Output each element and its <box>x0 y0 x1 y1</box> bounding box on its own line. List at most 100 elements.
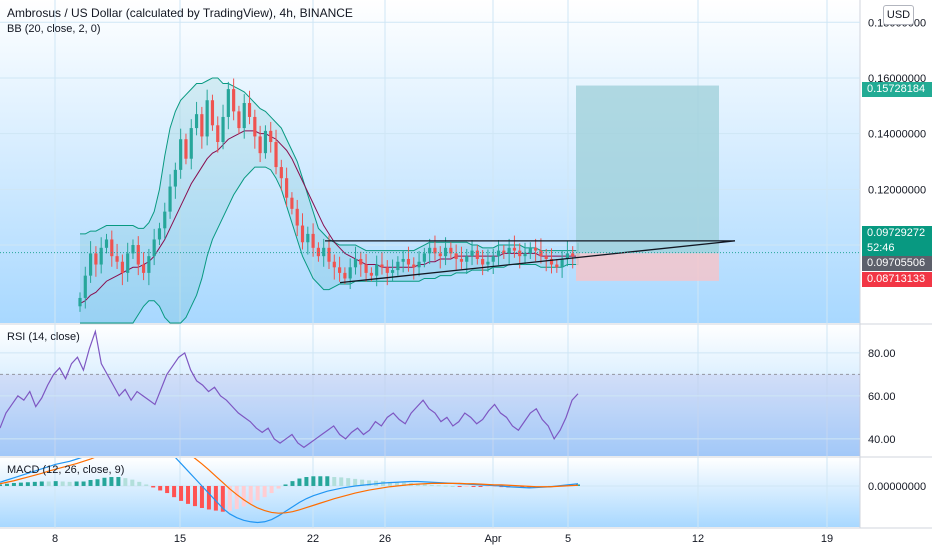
macd-histogram-bar <box>206 485 211 510</box>
macd-histogram-bar <box>32 481 37 486</box>
candle-body <box>300 225 305 243</box>
candle-body <box>290 197 294 209</box>
candle-body <box>327 247 331 262</box>
candle-body <box>168 186 172 212</box>
macd-histogram-bar <box>199 485 204 508</box>
macd-histogram-bar <box>95 479 100 486</box>
candle-body <box>163 211 167 229</box>
candle-body <box>200 114 204 137</box>
candle-body <box>311 233 315 248</box>
macd-histogram-bar <box>179 485 184 501</box>
candle-body <box>534 247 538 251</box>
candle-body <box>194 114 199 129</box>
macd-histogram-bar <box>25 482 30 486</box>
candle-body <box>555 264 559 268</box>
x-tick-label: 26 <box>379 533 391 545</box>
macd-histogram-bar <box>478 485 483 487</box>
macd-histogram-bar <box>165 485 170 494</box>
x-tick-label: Apr <box>484 533 501 545</box>
candle-body <box>126 253 130 273</box>
position-stop-zone <box>576 253 719 281</box>
candle-body <box>443 247 448 257</box>
macd-histogram-bar <box>123 478 128 486</box>
macd-histogram-bar <box>102 477 107 486</box>
candle-body <box>390 270 395 273</box>
candle-body <box>216 125 220 143</box>
candle-body <box>375 264 379 276</box>
candle-body <box>343 272 347 279</box>
candle-body <box>454 253 458 259</box>
candle-body <box>258 136 262 154</box>
candle-body <box>560 258 564 268</box>
current-price-tag: 0.09729272 <box>862 226 932 241</box>
macd-histogram-bar <box>234 485 239 510</box>
candle-body <box>412 264 416 268</box>
candle-body <box>353 258 358 268</box>
price-tick-label: 0.14000000 <box>868 129 926 141</box>
macd-histogram-bar <box>67 481 72 486</box>
macd-histogram-bar <box>11 482 16 486</box>
candle-body <box>406 258 411 265</box>
candle-body <box>385 267 389 273</box>
rsi-tick-label: 60.00 <box>868 391 896 403</box>
candle-body <box>115 256 119 262</box>
candle-body <box>481 258 485 265</box>
macd-histogram-bar <box>74 481 79 486</box>
macd-histogram-bar <box>283 484 288 486</box>
x-tick-label: 19 <box>821 533 833 545</box>
macd-histogram-bar <box>186 485 191 504</box>
macd-legend[interactable]: MACD (12, 26, close, 9) <box>7 464 124 476</box>
candle-body <box>295 208 299 226</box>
macd-histogram-bar <box>46 481 51 486</box>
macd-histogram-bar <box>429 484 434 486</box>
candle-body <box>486 261 490 265</box>
candle-body <box>78 297 82 307</box>
candle-body <box>438 253 442 257</box>
macd-histogram-bar <box>18 482 23 486</box>
candle-body <box>242 103 246 129</box>
x-tick-label: 22 <box>307 533 319 545</box>
x-tick-label: 15 <box>174 533 186 545</box>
macd-histogram-bar <box>53 481 58 486</box>
macd-histogram-bar <box>436 485 441 487</box>
macd-histogram-bar <box>311 476 316 486</box>
bollinger-legend[interactable]: BB (20, close, 2, 0) <box>7 23 101 35</box>
candle-body <box>269 130 273 143</box>
chart-canvas[interactable]: 8152226Apr512190.180000000.160000000.140… <box>0 0 932 550</box>
countdown-tag: 52:46 <box>862 241 932 256</box>
position-target-zone <box>576 85 719 254</box>
macd-histogram-bar <box>318 476 323 486</box>
candle-body <box>338 267 342 273</box>
macd-histogram-bar <box>130 479 135 486</box>
candle-body <box>189 128 193 159</box>
currency-button[interactable]: USD <box>883 5 914 25</box>
candle-body <box>417 261 421 268</box>
macd-histogram-bar <box>0 484 2 486</box>
candle-body <box>491 256 495 262</box>
candle-body <box>253 116 257 137</box>
macd-histogram-bar <box>443 485 448 487</box>
candle-body <box>179 139 183 170</box>
macd-histogram-bar <box>346 478 351 486</box>
chart-title: Ambrosus / US Dollar (calculated by Trad… <box>7 6 353 20</box>
candle-body <box>348 267 352 279</box>
macd-histogram-bar <box>172 485 177 498</box>
macd-histogram-bar <box>262 485 267 498</box>
candle-body <box>364 264 368 273</box>
macd-histogram-bar <box>353 478 358 486</box>
candle-body <box>465 256 469 262</box>
macd-histogram-bar <box>457 485 462 487</box>
macd-histogram-bar <box>158 485 163 491</box>
x-tick-label: 8 <box>52 533 58 545</box>
candle-body <box>99 247 103 265</box>
candle-body <box>422 253 426 262</box>
candle-body <box>247 103 252 117</box>
macd-histogram-bar <box>39 481 44 486</box>
rsi-legend[interactable]: RSI (14, close) <box>7 331 80 343</box>
candle-body <box>237 111 241 129</box>
candle-body <box>523 253 527 257</box>
candle-body <box>184 139 188 159</box>
candle-body <box>210 100 215 126</box>
stop-price-tag: 0.08713133 <box>862 272 932 287</box>
candle-body <box>104 239 109 248</box>
